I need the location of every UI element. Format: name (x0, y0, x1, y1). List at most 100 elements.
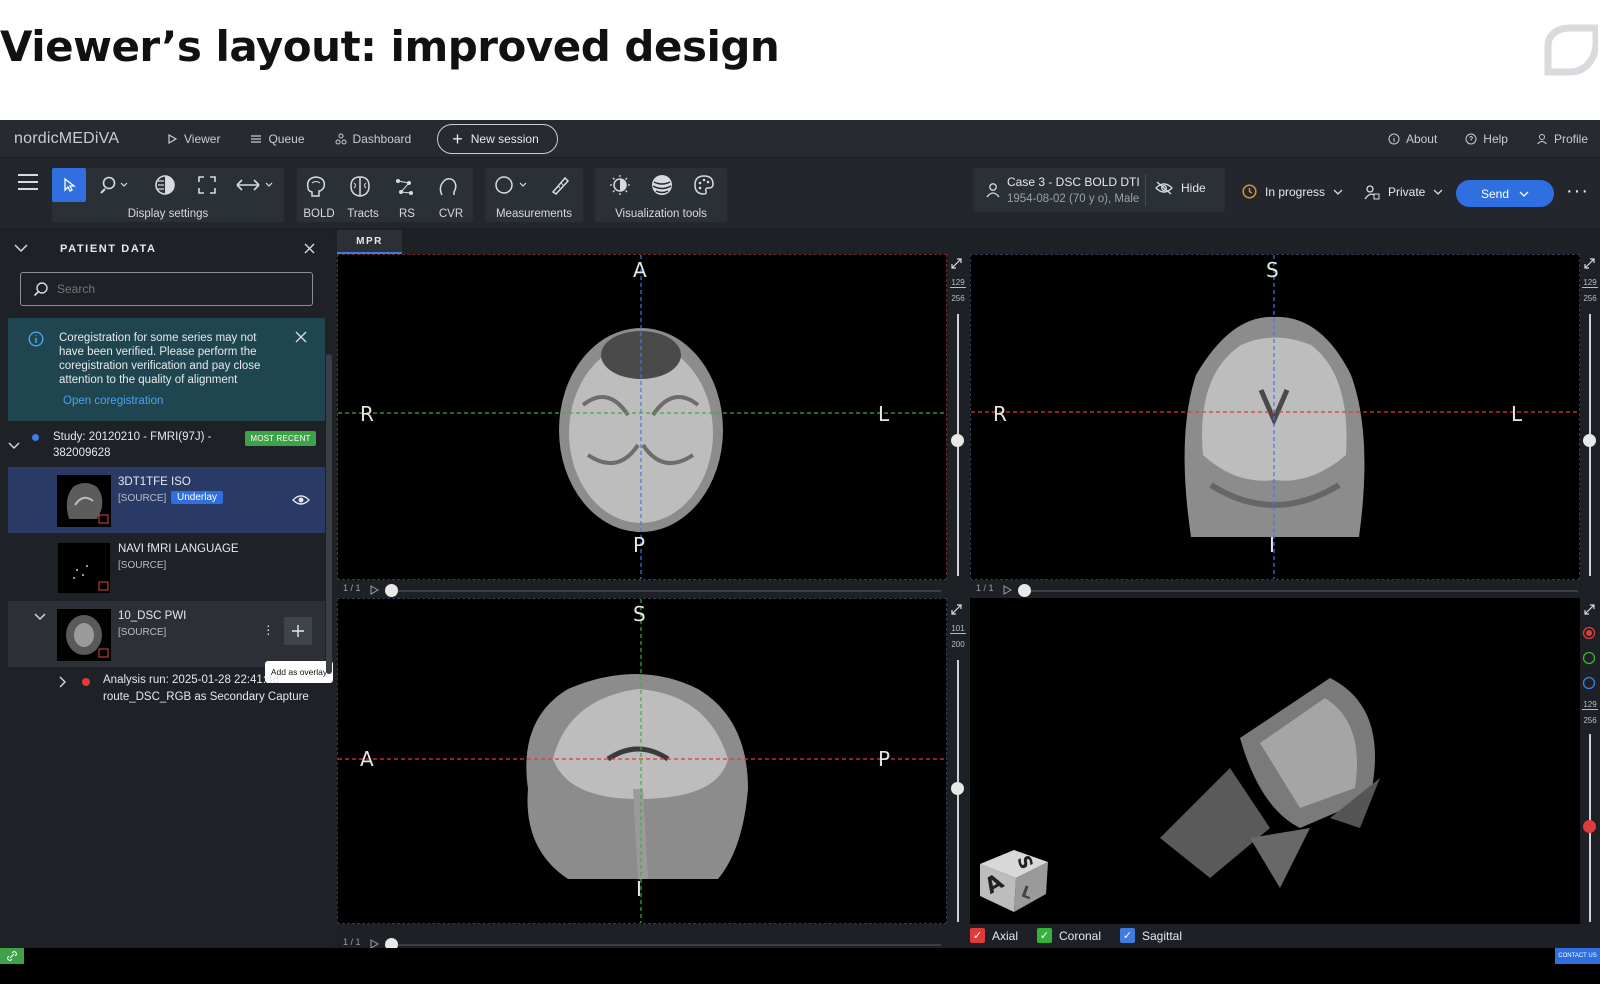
search-field[interactable] (20, 272, 313, 306)
nav-about[interactable]: About (1388, 132, 1437, 146)
open-coregistration-link[interactable]: Open coregistration (63, 395, 163, 407)
play-icon[interactable] (370, 585, 379, 595)
coronal-scrubber-knob[interactable] (1018, 584, 1031, 597)
expand-icon[interactable] (951, 258, 962, 269)
slice-slider-knob[interactable] (951, 434, 964, 447)
case-info: Case 3 - DSC BOLD DTI 1954-08-02 (70 y o… (973, 168, 1225, 212)
series-item[interactable]: 3DT1TFE ISO [SOURCE] Underlay (8, 467, 325, 533)
coronal-label: Coronal (1059, 928, 1102, 943)
volume-viewport[interactable]: S A L (970, 598, 1580, 924)
privacy-dropdown[interactable]: Private (1364, 184, 1443, 200)
tracts-tool[interactable] (343, 168, 377, 206)
nav-dashboard[interactable]: Dashboard (335, 132, 411, 146)
link-button[interactable] (0, 948, 24, 964)
expand-icon[interactable] (1584, 604, 1595, 615)
orientation-label-right: P (878, 747, 891, 771)
search-input[interactable] (57, 282, 297, 296)
brightness-tool[interactable] (603, 168, 637, 202)
sagittal-scrubber[interactable] (390, 944, 941, 946)
ruler-tool[interactable] (543, 168, 577, 202)
series-item[interactable]: NAVI fMRI LANGUAGE [SOURCE] (8, 534, 325, 600)
chevron-down-icon[interactable] (8, 442, 20, 450)
rs-label: RS (399, 208, 415, 220)
sagittal-viewport[interactable]: S I A P (337, 598, 947, 924)
slice-slider-knob[interactable] (951, 782, 964, 795)
circle-green-icon[interactable] (1582, 651, 1596, 665)
chevron-right-icon[interactable] (59, 676, 67, 688)
close-icon[interactable] (295, 331, 307, 343)
app-window: nordicMEDiVA Viewer Queue Dashboard + Ne… (0, 120, 1600, 984)
pointer-tool[interactable] (52, 168, 86, 202)
bold-tool[interactable] (299, 168, 333, 206)
axial-viewport[interactable]: A P R L (337, 254, 947, 580)
close-icon[interactable] (304, 243, 315, 254)
slide-title: Viewer’s layout: improved design (0, 22, 780, 71)
analysis-group: BOLD Tracts RS CVR (297, 168, 473, 222)
info-icon (1388, 133, 1400, 144)
brain-icon (350, 176, 370, 197)
status-label: In progress (1265, 184, 1326, 199)
nav-queue[interactable]: Queue (250, 132, 305, 146)
ellipse-tool[interactable] (491, 168, 537, 202)
series-thumbnail (57, 542, 111, 594)
axial-scrubber[interactable] (390, 590, 941, 592)
axial-scrubber-knob[interactable] (385, 584, 398, 597)
panel-scrollbar[interactable] (326, 354, 332, 674)
mpr-tab-label: MPR (356, 235, 383, 247)
play-icon[interactable] (1003, 585, 1012, 595)
send-button[interactable]: Send (1456, 180, 1554, 207)
window-level-tool[interactable] (148, 168, 182, 202)
series-item[interactable]: 10_DSC PWI [SOURCE] · · · (8, 601, 325, 667)
display-settings-group: Display settings (52, 168, 284, 222)
status-dropdown[interactable]: In progress (1242, 184, 1343, 199)
eye-icon[interactable] (292, 494, 310, 506)
nav-help[interactable]: Help (1465, 132, 1508, 146)
menu-icon[interactable] (18, 174, 38, 190)
display-settings-label: Display settings (127, 208, 209, 220)
nav-about-label: About (1405, 131, 1438, 146)
case-title: Case 3 - DSC BOLD DTI (1007, 175, 1140, 189)
divider (1145, 174, 1146, 206)
collapse-panel-icon[interactable] (14, 243, 28, 253)
coronal-toggle[interactable]: ✓ Coronal (1037, 928, 1101, 943)
circle-blue-icon[interactable] (1582, 676, 1596, 690)
add-overlay-button[interactable] (284, 617, 312, 645)
brain-head-icon (306, 176, 326, 197)
coronal-frame-counter: 1 / 1 (976, 583, 994, 593)
study-title[interactable]: Study: 20120210 - FMRI(97J) - 382009628 (53, 429, 229, 461)
orientation-label-right: L (878, 402, 890, 426)
axial-toggle[interactable]: ✓ Axial (970, 928, 1018, 943)
mpr-tab[interactable]: MPR (337, 230, 402, 254)
fullscreen-tool[interactable] (190, 168, 224, 202)
nav-viewer[interactable]: Viewer (166, 132, 220, 146)
analysis-line-1[interactable]: Analysis run: 2025-01-28 22:41:48 (103, 674, 279, 686)
nav-viewer-label: Viewer (184, 131, 221, 146)
rs-tool[interactable] (387, 168, 421, 206)
new-session-button[interactable]: + New session (437, 123, 558, 154)
more-options-icon[interactable]: ··· (1566, 180, 1589, 203)
info-icon (28, 331, 44, 347)
sagittal-toggle[interactable]: ✓ Sagittal (1120, 928, 1182, 943)
contact-us-button[interactable]: CONTACT US (1555, 948, 1600, 964)
help-icon (1465, 133, 1477, 144)
expand-icon[interactable] (951, 604, 962, 615)
volume-render-tool[interactable] (645, 168, 679, 202)
coronal-scrubber[interactable] (1023, 590, 1578, 592)
slice-slider-knob[interactable] (1583, 434, 1596, 447)
brand-logo[interactable]: nordicMEDiVA (14, 130, 136, 148)
hide-button[interactable]: Hide (1155, 181, 1206, 195)
kebab-menu-icon[interactable]: · · · (266, 618, 271, 640)
record-red-icon[interactable] (1582, 626, 1596, 640)
color-palette-tool[interactable] (687, 168, 721, 202)
zoom-tool[interactable] (90, 168, 140, 202)
nav-profile[interactable]: Profile (1536, 132, 1588, 146)
expand-icon[interactable] (1584, 258, 1595, 269)
volume-render-image (1160, 678, 1380, 888)
slice-slider-knob[interactable] (1583, 820, 1596, 833)
axial-frame-counter: 1 / 1 (343, 583, 361, 593)
chevron-down-icon[interactable] (34, 613, 46, 621)
coronal-viewport[interactable]: S I R L (970, 254, 1580, 580)
cvr-tool[interactable] (431, 168, 465, 206)
pan-tool[interactable] (230, 168, 280, 202)
plus-icon: + (452, 128, 463, 149)
